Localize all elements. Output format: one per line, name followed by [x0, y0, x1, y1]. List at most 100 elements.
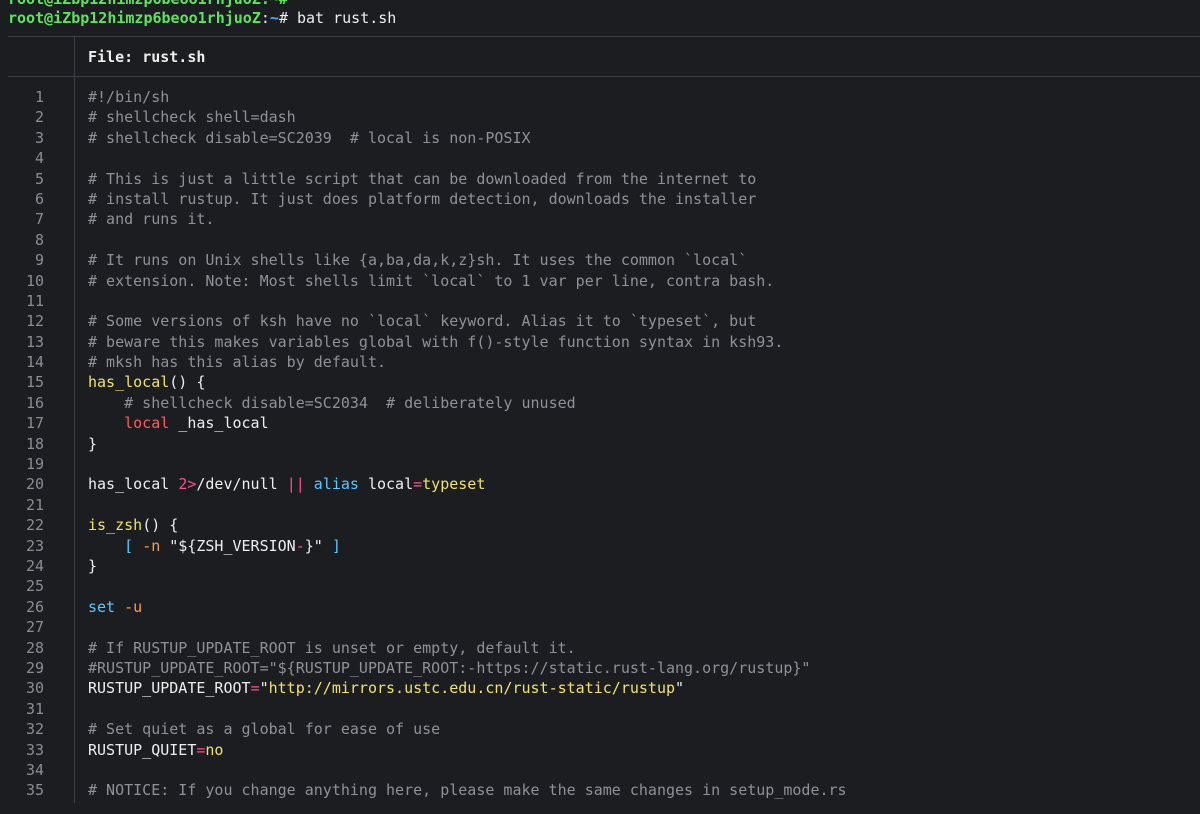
file-header: File: rust.sh: [88, 46, 205, 68]
code-token: # shellcheck disable=SC2039 # local is n…: [88, 128, 531, 147]
code-line: 19: [0, 454, 1200, 474]
line-number: 24: [25, 556, 44, 575]
code-line: 32 # Set quiet as a global for ease of us…: [0, 719, 1200, 739]
line-source: # Set quiet as a global for ease of use: [88, 719, 440, 739]
line-number: 23: [25, 536, 44, 555]
line-number: 21: [25, 495, 44, 514]
line-source: RUSTUP_UPDATE_ROOT="http://mirrors.ustc.…: [88, 678, 684, 698]
code-listing[interactable]: 1 #!/bin/sh 2 # shellcheck shell=dash 3 # she…: [0, 87, 1200, 801]
line-source: has_local 2>/dev/null || alias local=typ…: [88, 474, 485, 494]
code-line: 34: [0, 760, 1200, 780]
line-source: # If RUSTUP_UPDATE_ROOT is unset or empt…: [88, 638, 576, 658]
code-line: 16 # shellcheck disable=SC2034 # deliber…: [0, 393, 1200, 413]
line-number: 2: [34, 108, 44, 127]
line-source: }: [88, 556, 97, 576]
line-source: # extension. Note: Most shells limit `lo…: [88, 271, 774, 291]
line-source: has_local() {: [88, 372, 205, 392]
code-token: # shellcheck disable=SC2034 # deliberate…: [124, 393, 576, 412]
code-line: 15 has_local() {: [0, 372, 1200, 392]
line-number: 32: [25, 720, 44, 739]
code-line: 10 # extension. Note: Most shells limit `…: [0, 271, 1200, 291]
line-number: 12: [25, 312, 44, 331]
code-token: -u: [124, 597, 143, 616]
code-token: has_local: [88, 373, 170, 392]
line-source: is_zsh() {: [88, 515, 178, 535]
code-line: 21: [0, 495, 1200, 515]
code-token: # If RUSTUP_UPDATE_ROOT is unset or empt…: [88, 638, 576, 657]
line-number: 35: [25, 781, 44, 800]
code-line: 11: [0, 291, 1200, 311]
code-token: has_local: [88, 475, 179, 494]
line-number: 8: [34, 230, 44, 249]
line-number: 7: [34, 210, 44, 229]
line-source: set -u: [88, 597, 142, 617]
code-token: # install rustup. It just does platform …: [88, 189, 757, 208]
code-token: # extension. Note: Most shells limit `lo…: [88, 271, 775, 290]
line-number: 22: [25, 516, 44, 535]
code-line: 31: [0, 699, 1200, 719]
code-line: 6 # install rustup. It just does platform…: [0, 189, 1200, 209]
line-number: 17: [25, 414, 44, 433]
line-number: 15: [25, 373, 44, 392]
code-line: 17 local _has_local: [0, 413, 1200, 433]
line-number: 25: [25, 577, 44, 596]
code-token: # Some versions of ksh have no `local` k…: [88, 312, 757, 331]
line-number: 6: [34, 189, 44, 208]
line-number: 13: [25, 332, 44, 351]
header-top-rule: [8, 36, 1200, 37]
code-token: }: [88, 434, 98, 453]
line-number: 1: [34, 88, 44, 106]
line-source: # install rustup. It just does platform …: [88, 189, 756, 209]
line-source: # NOTICE: If you change anything here, p…: [88, 780, 847, 800]
code-token: =: [413, 475, 423, 494]
line-source: # Some versions of ksh have no `local` k…: [88, 311, 756, 331]
file-header-label: File:: [88, 48, 143, 66]
line-number: 34: [25, 760, 44, 779]
code-token: is_zsh: [88, 516, 143, 535]
code-token: () {: [142, 516, 179, 535]
code-token: -: [295, 536, 305, 555]
code-token: 2>: [178, 475, 197, 494]
code-token: no: [205, 740, 224, 759]
line-source: RUSTUP_QUIET=no: [88, 740, 223, 760]
line-number: 30: [25, 679, 44, 698]
terminal-window[interactable]: root@iZbp12himzp6beoo1rhjuoZ:~# root@iZb…: [0, 0, 1200, 814]
code-token: }": [304, 536, 332, 555]
code-line: 7 # and runs it.: [0, 209, 1200, 229]
code-token: typeset: [422, 475, 486, 494]
line-source: # beware this makes variables global wit…: [88, 332, 783, 352]
code-line: 18}: [0, 434, 1200, 454]
code-line: 5 # This is just a little script that can…: [0, 169, 1200, 189]
code-token: RUSTUP_QUIET: [88, 740, 197, 759]
prompt-colon: :: [260, 9, 270, 27]
line-source: #RUSTUP_UPDATE_ROOT="${RUSTUP_UPDATE_ROO…: [88, 658, 810, 678]
prompt-symbol: #: [278, 9, 297, 27]
code-token: ZSH_VERSION: [196, 536, 296, 555]
code-line: 3 # shellcheck disable=SC2039 # local is …: [0, 128, 1200, 148]
code-token: set: [88, 597, 116, 616]
line-source: [ -n "${ZSH_VERSION-}" ]: [88, 536, 341, 556]
code-token: #!/bin/sh: [88, 88, 170, 106]
line-number: 10: [25, 271, 44, 290]
line-source: # shellcheck disable=SC2039 # local is n…: [88, 128, 531, 148]
code-token: ]: [331, 536, 341, 555]
file-header-filename: rust.sh: [142, 48, 206, 66]
header-bottom-rule: [8, 76, 1200, 77]
line-number: 18: [25, 434, 44, 453]
code-token: () {: [169, 373, 206, 392]
code-line: 1 #!/bin/sh: [0, 87, 1200, 107]
code-token: =: [250, 679, 260, 698]
prompt-user-host: root@iZbp12himzp6beoo1rhjuoZ: [8, 9, 261, 27]
code-line: 25: [0, 576, 1200, 596]
code-token: # beware this makes variables global wit…: [88, 332, 784, 351]
code-line: 35 # NOTICE: If you change anything here,…: [0, 780, 1200, 800]
code-line: 26 set -u: [0, 597, 1200, 617]
line-number: 5: [34, 169, 44, 188]
code-token: ": [675, 679, 685, 698]
line-source: # and runs it.: [88, 209, 214, 229]
code-token: alias: [313, 475, 359, 494]
